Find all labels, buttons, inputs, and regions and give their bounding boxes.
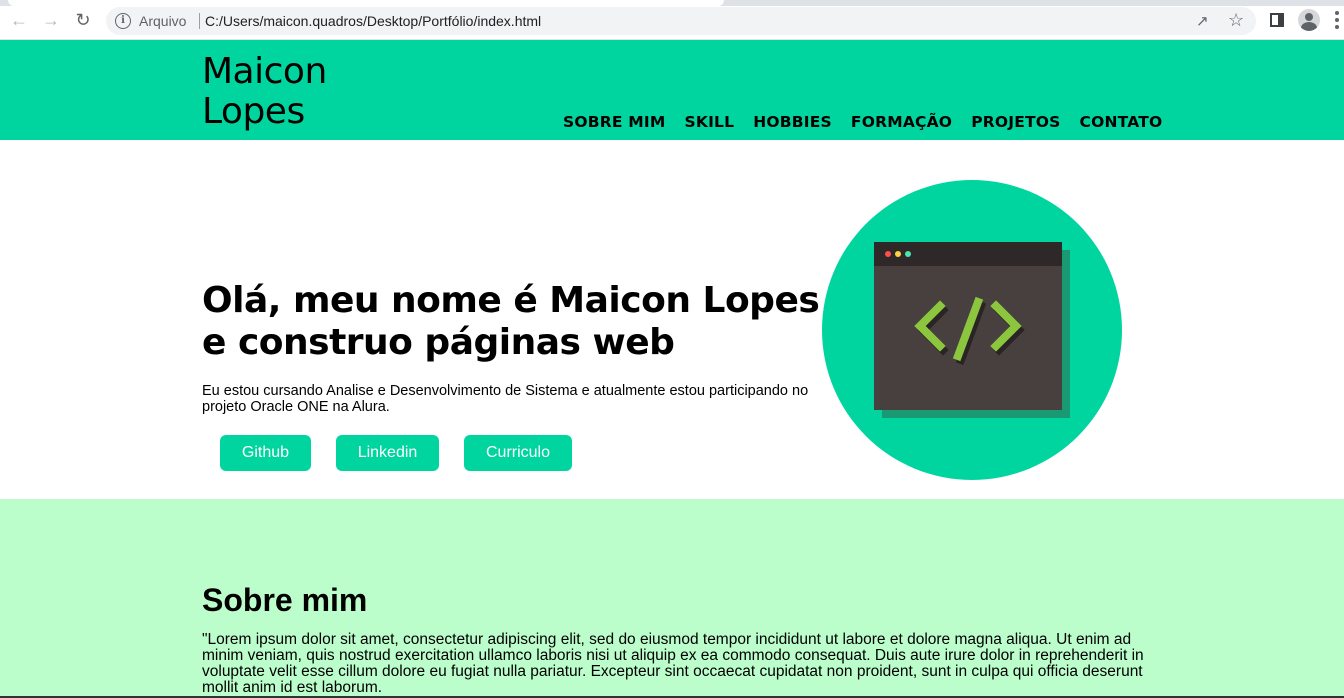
forward-arrow-icon[interactable]: →: [41, 10, 61, 30]
reload-icon[interactable]: ↻: [73, 10, 93, 30]
github-button[interactable]: Github: [220, 435, 311, 471]
profile-avatar-icon[interactable]: [1298, 9, 1320, 31]
side-panel-icon[interactable]: [1270, 13, 1284, 27]
url-text[interactable]: C:/Users/maicon.quadros/Desktop/Portfóli…: [205, 13, 541, 29]
site-header: Maicon Lopes SOBRE MIM SKILL HOBBIES FOR…: [0, 40, 1344, 140]
divider: [199, 13, 200, 29]
curriculo-button[interactable]: Curriculo: [464, 435, 572, 471]
protocol-label: Arquivo: [139, 13, 187, 29]
logo-last-name: Lopes: [202, 91, 305, 132]
browser-toolbar: ← → ↻ i Arquivo C:/Users/maicon.quadros/…: [0, 0, 1344, 40]
tab-strip: [0, 0, 1344, 6]
about-section: Sobre mim "Lorem ipsum dolor sit amet, c…: [0, 499, 1344, 698]
info-icon[interactable]: i: [115, 13, 131, 29]
hero-description: Eu estou cursando Analise e Desenvolvime…: [202, 383, 809, 415]
site-logo[interactable]: Maicon Lopes: [202, 52, 327, 132]
logo-first-name: Maicon: [202, 51, 327, 92]
nav-hobbies[interactable]: HOBBIES: [753, 113, 832, 131]
nav-sobre-mim[interactable]: SOBRE MIM: [563, 113, 666, 131]
main-nav: SOBRE MIM SKILL HOBBIES FORMAÇÃO PROJETO…: [563, 113, 1162, 131]
active-tab[interactable]: [8, 0, 724, 6]
hero-title: Olá, meu nome é Maicon Lopes e construo …: [202, 280, 820, 363]
about-text: "Lorem ipsum dolor sit amet, consectetur…: [202, 631, 1144, 696]
share-icon[interactable]: ↗: [1196, 12, 1209, 30]
back-arrow-icon[interactable]: ←: [9, 10, 29, 30]
browser-menu-icon[interactable]: [1335, 11, 1339, 29]
bookmark-star-icon[interactable]: ☆: [1228, 10, 1244, 31]
address-bar[interactable]: i Arquivo C:/Users/maicon.quadros/Deskto…: [106, 7, 1256, 35]
nav-skill[interactable]: SKILL: [685, 113, 735, 131]
linkedin-button[interactable]: Linkedin: [336, 435, 439, 471]
nav-formacao[interactable]: FORMAÇÃO: [851, 113, 952, 131]
nav-projetos[interactable]: PROJETOS: [971, 113, 1060, 131]
about-title: Sobre mim: [202, 582, 368, 618]
code-window-illustration: [822, 180, 1122, 480]
hero-section: Olá, meu nome é Maicon Lopes e construo …: [0, 140, 1344, 499]
nav-contato[interactable]: CONTATO: [1080, 113, 1163, 131]
